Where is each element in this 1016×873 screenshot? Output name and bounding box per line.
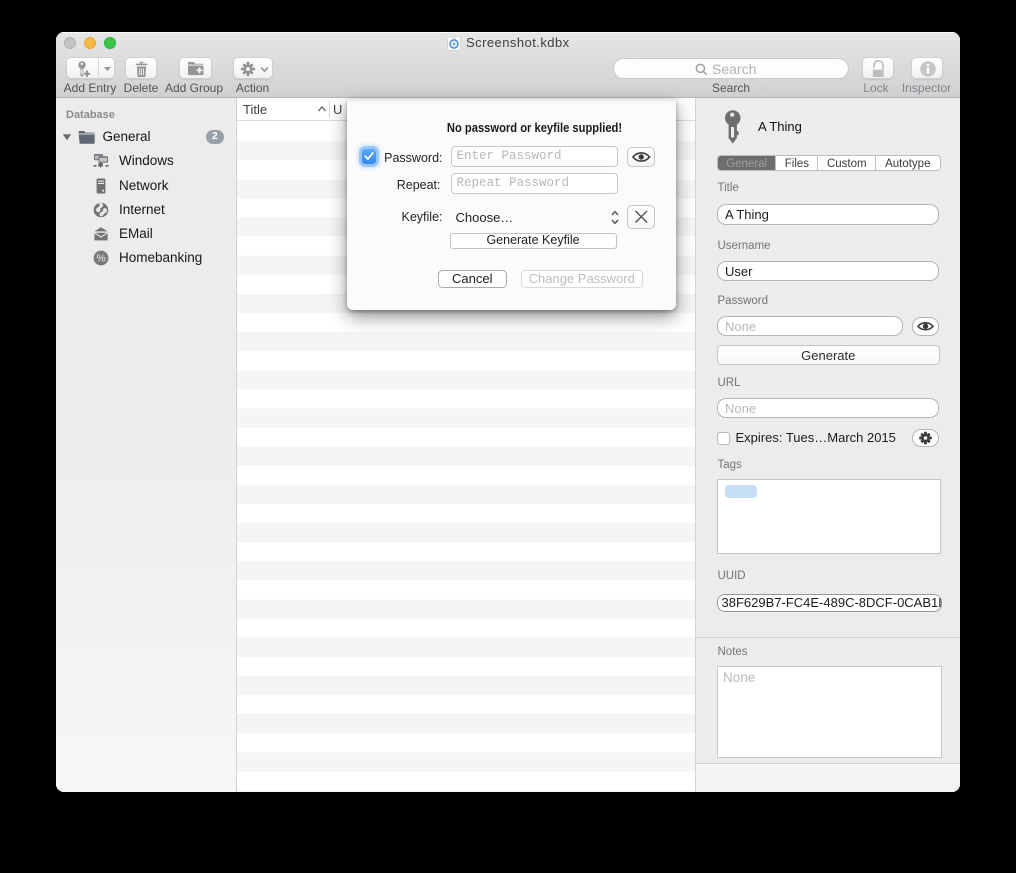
svg-text:%: % [96, 253, 105, 265]
